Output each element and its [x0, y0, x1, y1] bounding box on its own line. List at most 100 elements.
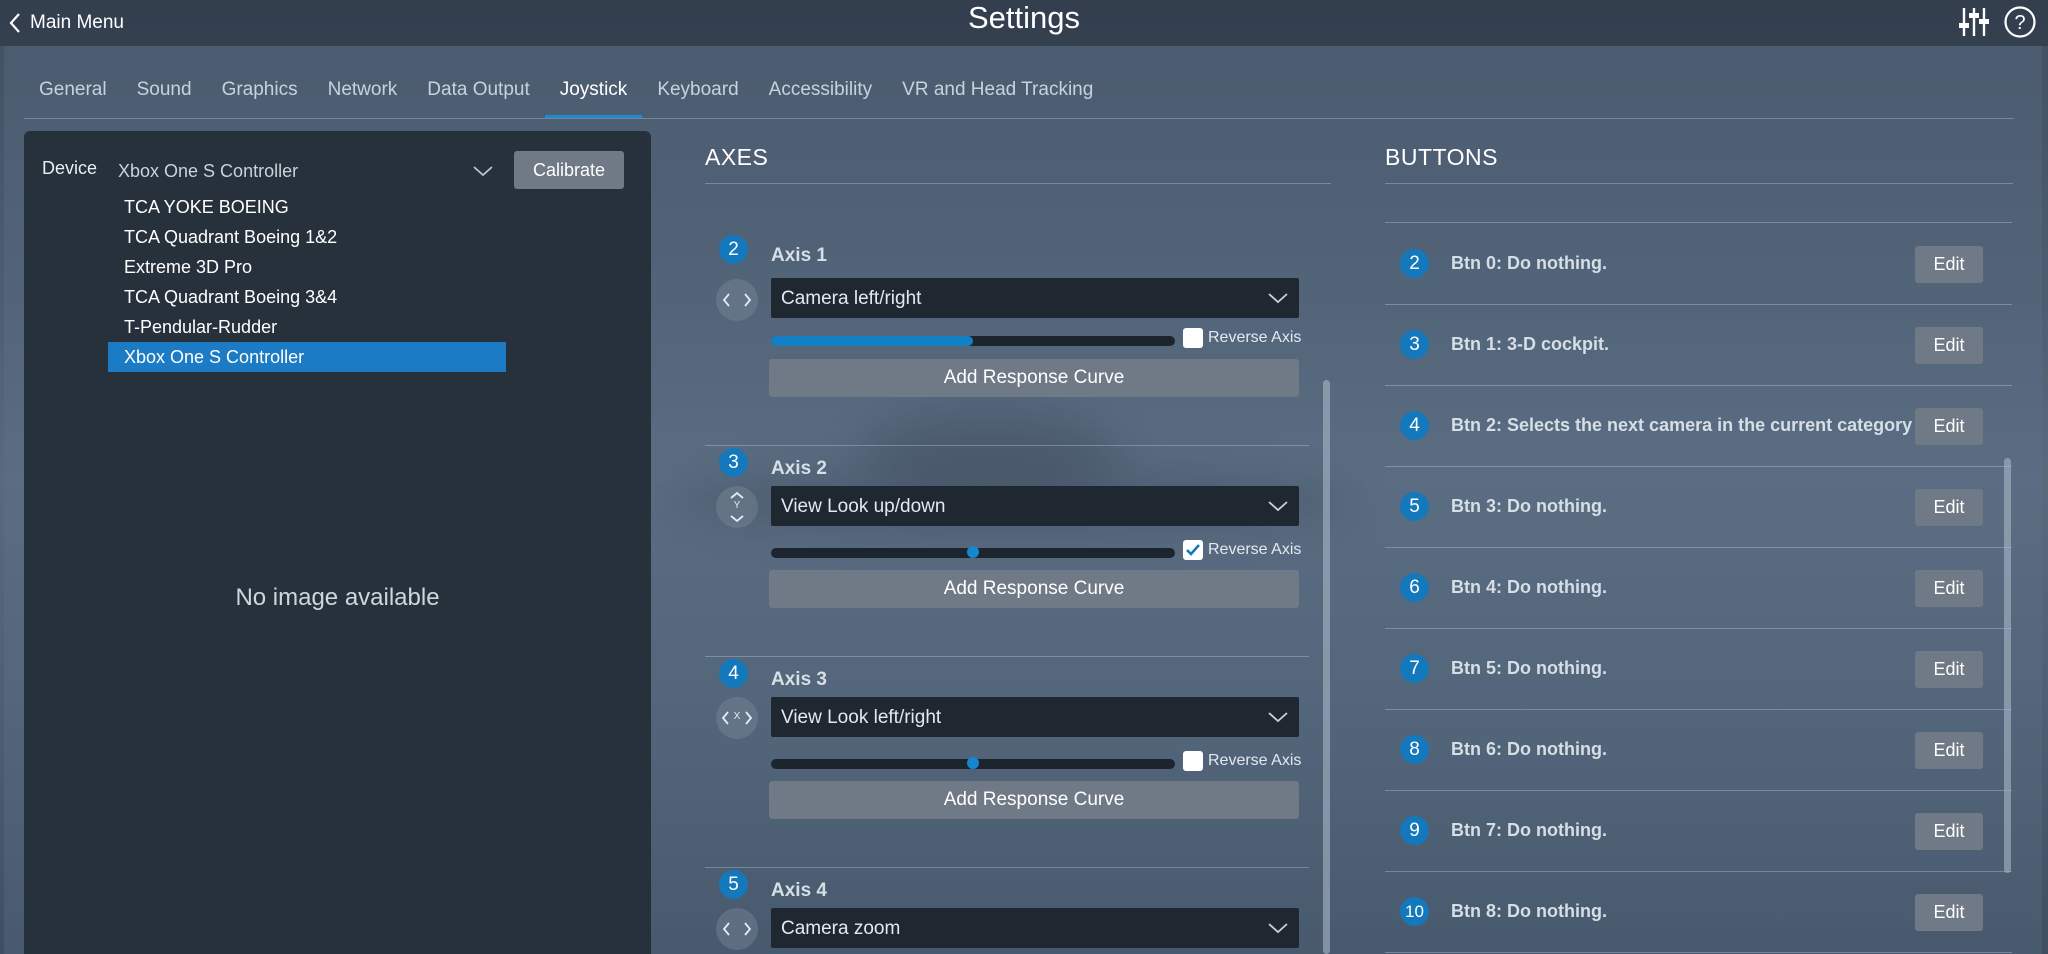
axis-left-right-control[interactable] [716, 908, 758, 950]
axis-up-down-control[interactable]: Y [716, 486, 758, 528]
add-response-curve-button[interactable]: Add Response Curve [769, 570, 1299, 608]
reverse-axis-checkbox[interactable]: Reverse Axis [1183, 540, 1301, 560]
button-mapping-label: Btn 4: Do nothing. [1451, 577, 1607, 597]
axis-name: Axis 3 [771, 669, 827, 690]
axis-value-dot [967, 757, 979, 769]
axes-scrollbar[interactable] [1323, 380, 1330, 954]
device-option[interactable]: T-Pendular-Rudder [108, 312, 506, 342]
tab-sound[interactable]: Sound [122, 62, 207, 118]
button-mapping-label: Btn 6: Do nothing. [1451, 739, 1607, 759]
axis-left-right-control[interactable]: X [716, 697, 758, 739]
button-number-badge: 7 [1400, 654, 1429, 683]
axis-assignment-value: Camera zoom [781, 918, 901, 939]
axis-number-badge: 2 [719, 235, 748, 264]
button-mapping-row: 2 Btn 0: Do nothing. Edit [1385, 224, 2012, 305]
reverse-axis-checkbox[interactable]: Reverse Axis [1183, 751, 1301, 771]
button-mapping-row: 4 Btn 2: Selects the next camera in the … [1385, 386, 2012, 467]
axis-row: 4 Axis 3 X View Look left/right Reverse … [705, 657, 1309, 868]
device-option[interactable]: TCA Quadrant Boeing 1&2 [108, 222, 506, 252]
axes-heading-divider [705, 183, 1331, 184]
edit-button[interactable]: Edit [1915, 408, 1983, 445]
device-option[interactable]: Extreme 3D Pro [108, 252, 506, 282]
axis-control-letter: X [733, 711, 741, 722]
button-mapping-label: Btn 3: Do nothing. [1451, 496, 1607, 516]
axis-number-badge: 4 [719, 659, 748, 688]
add-response-curve-button[interactable]: Add Response Curve [769, 781, 1299, 819]
tab-joystick[interactable]: Joystick [544, 62, 643, 118]
add-response-curve-button[interactable]: Add Response Curve [769, 359, 1299, 397]
tab-general[interactable]: General [24, 62, 122, 118]
edit-button[interactable]: Edit [1915, 732, 1983, 769]
reverse-axis-checkbox[interactable]: Reverse Axis [1183, 328, 1301, 348]
axis-assignment-select[interactable]: View Look up/down [771, 486, 1299, 526]
button-mapping-label: Btn 7: Do nothing. [1451, 820, 1607, 840]
button-mapping-label: Btn 8: Do nothing. [1451, 901, 1607, 921]
buttons-heading-divider [1385, 183, 2013, 184]
edit-button[interactable]: Edit [1915, 813, 1983, 850]
axis-left-right-control[interactable] [716, 279, 758, 321]
axis-assignment-value: Camera left/right [781, 288, 922, 309]
axis-assignment-select[interactable]: Camera left/right [771, 278, 1299, 318]
device-dropdown-list: TCA YOKE BOEING TCA Quadrant Boeing 1&2 … [108, 192, 506, 372]
edit-button[interactable]: Edit [1915, 327, 1983, 364]
axis-control-letter: Y [733, 500, 741, 511]
axis-assignment-select[interactable]: View Look left/right [771, 697, 1299, 737]
axis-row: 2 Axis 1 Camera left/right Reverse Axis … [705, 235, 1309, 446]
button-number-badge: 6 [1400, 573, 1429, 602]
page-title: Settings [967, 0, 1080, 35]
device-option[interactable]: TCA Quadrant Boeing 3&4 [108, 282, 506, 312]
tab-vr-head-tracking[interactable]: VR and Head Tracking [887, 62, 1108, 118]
axis-number-badge: 5 [719, 870, 748, 899]
axis-assignment-value: View Look left/right [781, 707, 942, 728]
button-mapping-row: 5 Btn 3: Do nothing. Edit [1385, 467, 2012, 548]
button-mapping-label: Btn 2: Selects the next camera in the cu… [1451, 415, 1913, 435]
edit-button[interactable]: Edit [1915, 651, 1983, 688]
button-mapping-row: 9 Btn 7: Do nothing. Edit [1385, 791, 2012, 872]
buttons-scrollbar[interactable] [2004, 458, 2011, 873]
svg-text:?: ? [2014, 12, 2025, 34]
left-right-arrows-icon [722, 293, 752, 307]
axis-assignment-select[interactable]: Camera zoom [771, 908, 1299, 948]
axis-number-badge: 3 [719, 448, 748, 477]
axis-name: Axis 1 [771, 245, 827, 266]
button-number-badge: 9 [1400, 816, 1429, 845]
no-image-text: No image available [235, 584, 440, 611]
tab-network[interactable]: Network [313, 62, 413, 118]
row-divider [1385, 952, 2012, 953]
sliders-icon[interactable] [1956, 4, 1992, 40]
reverse-axis-label: Reverse Axis [1208, 541, 1302, 558]
button-mapping-row: 6 Btn 4: Do nothing. Edit [1385, 548, 2012, 629]
button-number-badge: 5 [1400, 492, 1429, 521]
device-select[interactable]: Xbox One S Controller [108, 154, 498, 188]
axis-name: Axis 4 [771, 880, 827, 901]
device-option-selected[interactable]: Xbox One S Controller [108, 342, 506, 372]
button-number-badge: 4 [1400, 411, 1429, 440]
calibrate-button[interactable]: Calibrate [514, 151, 624, 189]
button-mapping-label: Btn 1: 3-D cockpit. [1451, 334, 1610, 354]
buttons-list-top-divider [1385, 222, 2012, 223]
tab-data-output[interactable]: Data Output [412, 62, 544, 118]
button-number-badge: 3 [1400, 330, 1429, 359]
help-icon[interactable]: ? [2002, 4, 2038, 40]
checkbox [1183, 751, 1203, 771]
chevron-down-icon [473, 166, 493, 177]
button-mapping-label: Btn 0: Do nothing. [1451, 253, 1607, 273]
axis-name: Axis 2 [771, 458, 827, 479]
edit-button[interactable]: Edit [1915, 489, 1983, 526]
axis-value-dot [967, 546, 979, 558]
button-mapping-row: 7 Btn 5: Do nothing. Edit [1385, 629, 2012, 710]
chevron-down-icon [1268, 712, 1288, 723]
button-mapping-label: Btn 5: Do nothing. [1451, 658, 1607, 678]
edit-button[interactable]: Edit [1915, 894, 1983, 931]
device-option[interactable]: TCA YOKE BOEING [108, 192, 506, 222]
tab-keyboard[interactable]: Keyboard [642, 62, 753, 118]
chevron-down-icon [1268, 923, 1288, 934]
edit-button[interactable]: Edit [1915, 246, 1983, 283]
button-number-badge: 2 [1400, 249, 1429, 278]
reverse-axis-label: Reverse Axis [1208, 752, 1302, 769]
axis-value-fill [771, 336, 973, 346]
tab-graphics[interactable]: Graphics [207, 62, 313, 118]
tab-accessibility[interactable]: Accessibility [754, 62, 887, 118]
axis-row: 3 Axis 2 Y View Look up/down Reverse Axi… [705, 446, 1309, 657]
edit-button[interactable]: Edit [1915, 570, 1983, 607]
